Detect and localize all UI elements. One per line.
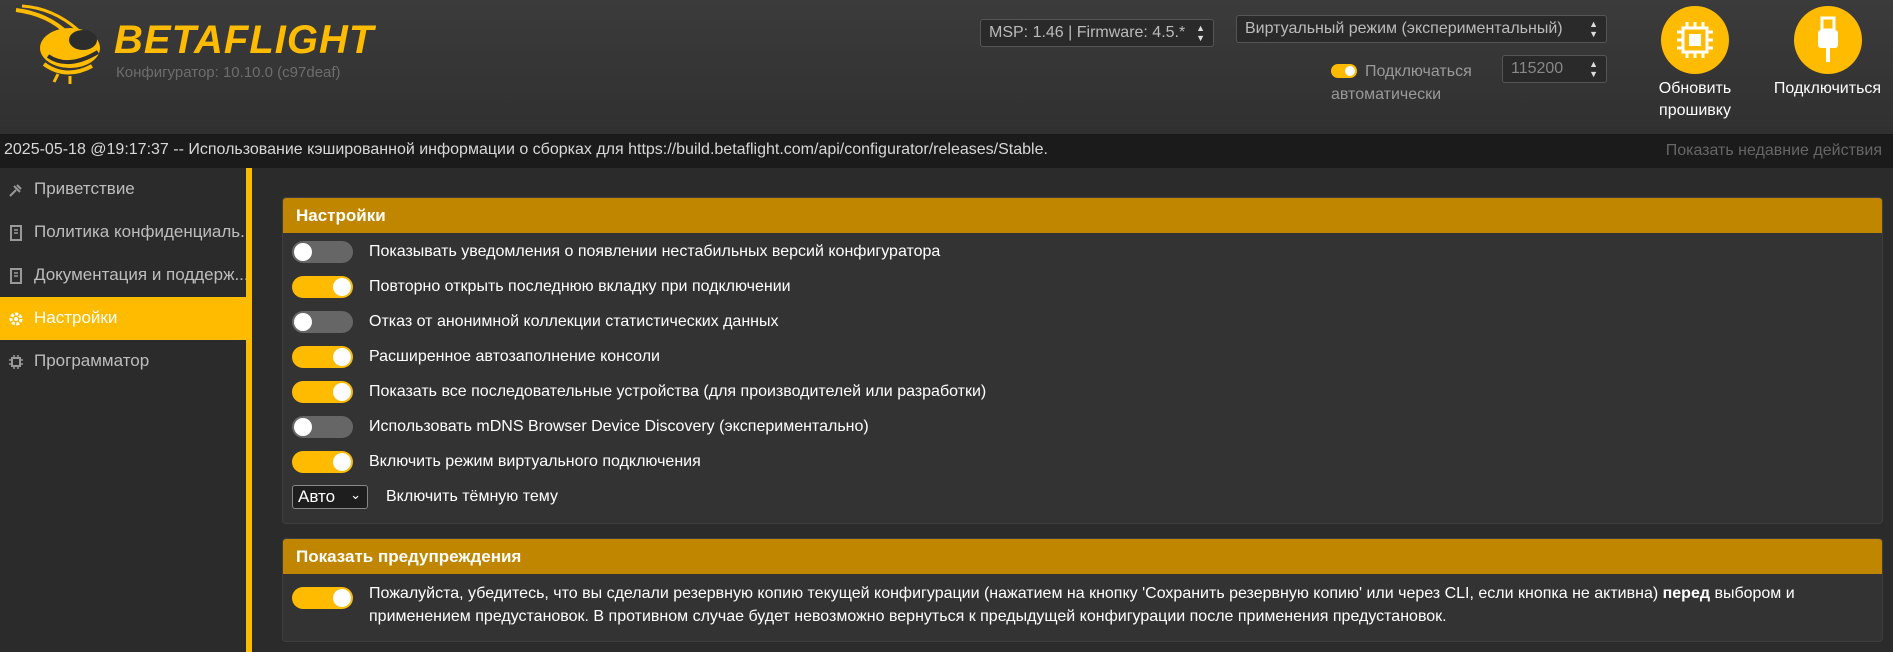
sidebar-item-label: Приветствие xyxy=(34,179,135,198)
chip-icon xyxy=(1661,6,1729,74)
dark-theme-select[interactable]: Авто ⌄ xyxy=(292,485,368,509)
reopen-last-tab-toggle[interactable] xyxy=(292,276,353,298)
sidebar-item-docs[interactable]: Документация и поддерж... xyxy=(0,254,246,297)
option-label: Показывать уведомления о появлении неста… xyxy=(369,242,941,260)
warning-text-bold: перед xyxy=(1662,585,1710,602)
option-label: Использовать mDNS Browser Device Discove… xyxy=(369,417,869,435)
update-firmware-label: Обновить прошивку xyxy=(1658,80,1732,119)
virtual-connection-toggle[interactable] xyxy=(292,451,353,473)
chevron-down-icon: ⌄ xyxy=(350,487,361,502)
sidebar-item-settings[interactable]: Настройки xyxy=(0,297,246,340)
sidebar-item-label: Документация и поддерж... xyxy=(34,265,246,284)
sidebar-item-programmer[interactable]: Программатор xyxy=(0,340,246,383)
updown-arrows-icon: ▲ ▼ xyxy=(1589,19,1598,39)
book-icon xyxy=(10,225,22,241)
status-bar: 2025-05-18 @19:17:37 -- Использование кэ… xyxy=(0,134,1893,168)
option-label: Включить режим виртуального подключения xyxy=(369,452,701,470)
show-warnings-toggle[interactable] xyxy=(292,587,353,609)
header: BETAFLIGHT Конфигуратор: 10.10.0 (c97dea… xyxy=(0,0,1893,134)
baud-rate-select[interactable]: 115200 ▲ ▼ xyxy=(1502,55,1607,83)
sidebar-item-label: Настройки xyxy=(34,308,118,327)
connection-mode-select[interactable]: Виртуальный режим (экспериментальный) ▲ ▼ xyxy=(1236,15,1607,43)
show-all-serial-toggle[interactable] xyxy=(292,381,353,403)
option-opt-out-statistics: Отказ от анонимной коллекции статистичес… xyxy=(283,304,1882,339)
option-dark-theme: Авто ⌄ Включить тёмную тему xyxy=(283,479,1882,514)
dark-theme-value: Авто xyxy=(298,487,336,506)
warnings-panel-title: Показать предупреждения xyxy=(283,539,1882,574)
option-virtual-connection: Включить режим виртуального подключения xyxy=(283,444,1882,479)
logo-word-flight: FLIGHT xyxy=(223,18,375,62)
chip-icon xyxy=(9,355,23,369)
warnings-panel: Показать предупреждения Пожалуйста, убед… xyxy=(282,538,1883,642)
logo-word-beta: BETA xyxy=(114,18,224,62)
show-recent-actions-link[interactable]: Показать недавние действия xyxy=(1666,142,1882,160)
option-label: Включить тёмную тему xyxy=(386,487,558,505)
gear-icon xyxy=(9,312,23,326)
backup-warning: Пожалуйста, убедитесь, что вы сделали ре… xyxy=(283,574,1882,628)
sidebar-item-welcome[interactable]: Приветствие xyxy=(0,168,246,211)
option-mdns-discovery: Использовать mDNS Browser Device Discove… xyxy=(283,409,1882,444)
connect-label: Подключиться xyxy=(1773,80,1882,97)
settings-panel: Настройки Показывать уведомления о появл… xyxy=(282,197,1883,524)
option-show-all-serial: Показать все последовательные устройства… xyxy=(283,374,1882,409)
msp-firmware-select[interactable]: MSP: 1.46 | Firmware: 4.5.* ▲ ▼ xyxy=(980,19,1214,47)
opt-out-statistics-toggle[interactable] xyxy=(292,311,353,333)
sidebar-item-privacy[interactable]: Политика конфиденциаль... xyxy=(0,211,246,254)
status-message: 2025-05-18 @19:17:37 -- Использование кэ… xyxy=(4,141,1048,158)
settings-panel-title: Настройки xyxy=(283,198,1882,233)
warning-text: Пожалуйста, убедитесь, что вы сделали ре… xyxy=(369,585,1663,602)
unstable-notifications-toggle[interactable] xyxy=(292,241,353,263)
option-label: Показать все последовательные устройства… xyxy=(369,382,987,400)
updown-arrows-icon: ▲ ▼ xyxy=(1589,59,1598,79)
auto-connect-toggle[interactable] xyxy=(1331,64,1357,78)
option-unstable-notifications: Показывать уведомления о появлении неста… xyxy=(283,234,1882,269)
usb-icon xyxy=(1793,6,1862,74)
sidebar: Приветствие Политика конфиденциаль... До… xyxy=(0,168,252,652)
book-icon xyxy=(10,268,22,284)
bee-logo-icon xyxy=(15,4,100,84)
sidebar-item-label: Политика конфиденциаль... xyxy=(34,222,246,241)
configurator-version: Конфигуратор: 10.10.0 (c97deaf) xyxy=(116,64,341,81)
option-label: Повторно открыть последнюю вкладку при п… xyxy=(369,277,791,295)
plug-icon xyxy=(9,184,22,197)
sidebar-item-label: Программатор xyxy=(34,351,150,370)
option-label: Расширенное автозаполнение консоли xyxy=(369,347,660,365)
mdns-discovery-toggle[interactable] xyxy=(292,416,353,438)
updown-arrows-icon: ▲ ▼ xyxy=(1196,23,1205,43)
connection-mode-value: Виртуальный режим (экспериментальный) xyxy=(1245,20,1563,37)
update-firmware-button[interactable]: Обновить прошивку xyxy=(1640,6,1750,122)
main-content: Настройки Показывать уведомления о появл… xyxy=(258,168,1893,652)
option-label: Отказ от анонимной коллекции статистичес… xyxy=(369,312,779,330)
option-reopen-last-tab: Повторно открыть последнюю вкладку при п… xyxy=(283,269,1882,304)
msp-firmware-value: MSP: 1.46 | Firmware: 4.5.* xyxy=(989,24,1186,41)
console-autocomplete-toggle[interactable] xyxy=(292,346,353,368)
connect-button[interactable]: Подключиться xyxy=(1765,6,1890,100)
option-console-autocomplete: Расширенное автозаполнение консоли xyxy=(283,339,1882,374)
logo-wordmark: BETAFLIGHT xyxy=(114,18,374,63)
baud-rate-value: 115200 xyxy=(1511,60,1564,77)
